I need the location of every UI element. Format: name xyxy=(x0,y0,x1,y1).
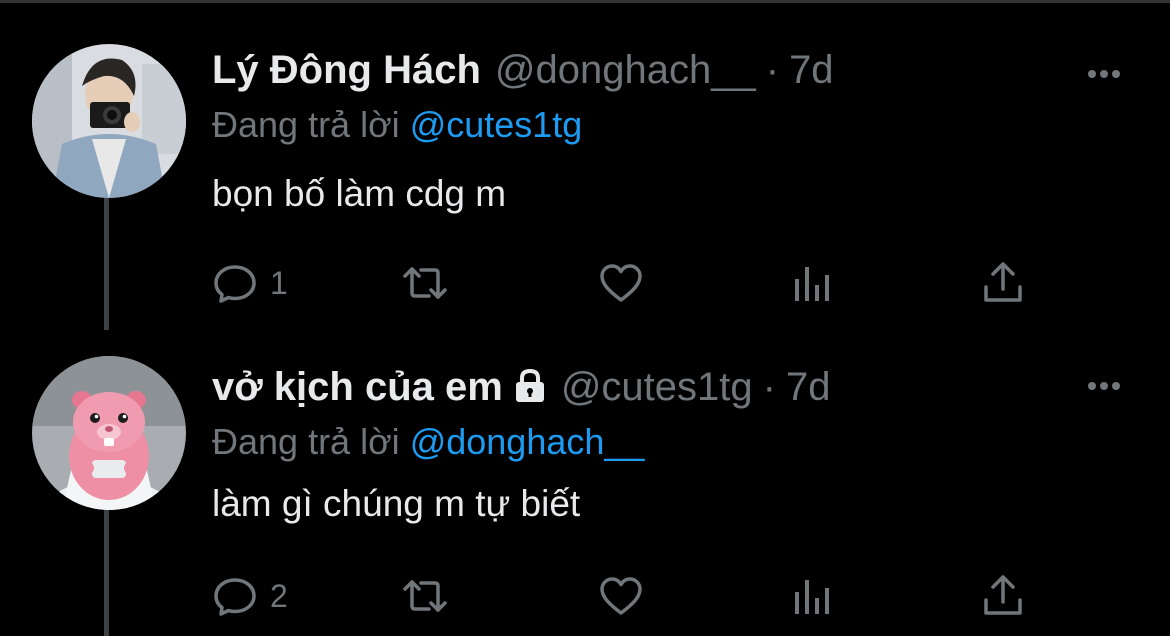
avatar[interactable] xyxy=(32,356,186,510)
retweet-icon xyxy=(403,267,447,299)
tweet-header: vở kịch của em @cutes1tg · 7d xyxy=(212,363,830,411)
heart-icon xyxy=(600,577,642,615)
thread-connector-line xyxy=(104,508,109,636)
reply-icon xyxy=(214,578,256,616)
analytics-icon xyxy=(795,580,829,614)
avatar[interactable] xyxy=(32,44,186,198)
like-button[interactable] xyxy=(598,261,644,305)
separator-dot: · xyxy=(762,365,776,409)
retweet-icon xyxy=(403,580,447,612)
reply-button[interactable]: 1 xyxy=(212,261,288,305)
like-button[interactable] xyxy=(598,574,644,618)
tweet-timestamp[interactable]: 7d xyxy=(786,363,831,411)
tweet-text: bọn bố làm cdg m xyxy=(212,173,507,214)
tweet-timestamp[interactable]: 7d xyxy=(789,46,834,94)
thread-connector-line xyxy=(104,198,109,330)
tweet-actions: 1 xyxy=(212,261,1062,305)
heart-icon xyxy=(600,264,642,302)
share-icon xyxy=(984,262,1022,302)
analytics-button[interactable] xyxy=(790,261,836,305)
author-handle[interactable]: @donghach__ xyxy=(495,46,756,94)
replying-prefix: Đang trả lời xyxy=(212,104,400,145)
mention-link[interactable]: @cutes1tg xyxy=(410,104,583,145)
replying-to: Đang trả lời @donghach__ xyxy=(212,420,644,464)
tweet-actions: 2 xyxy=(212,574,1062,618)
reply-count: 2 xyxy=(270,577,288,614)
tweet-text: làm gì chúng m tự biết xyxy=(212,483,581,524)
share-button[interactable] xyxy=(980,574,1026,618)
reply-button[interactable]: 2 xyxy=(212,574,288,618)
share-icon xyxy=(984,575,1022,615)
more-icon[interactable] xyxy=(1088,65,1128,78)
reply-icon xyxy=(214,265,256,303)
author-handle[interactable]: @cutes1tg xyxy=(561,363,753,411)
retweet-button[interactable] xyxy=(402,574,448,618)
tweet[interactable]: Lý Đông Hách @donghach__ · 7d Đang trả l… xyxy=(0,0,1170,330)
tweet[interactable]: vở kịch của em @cutes1tg · 7d Đang trả l… xyxy=(0,330,1170,636)
author-name[interactable]: vở kịch của em xyxy=(212,363,503,411)
replying-prefix: Đang trả lời xyxy=(212,421,400,462)
retweet-button[interactable] xyxy=(402,261,448,305)
replying-to: Đang trả lời @cutes1tg xyxy=(212,103,582,147)
separator-dot: · xyxy=(765,48,780,92)
mention-link[interactable]: @donghach__ xyxy=(410,421,645,462)
analytics-icon xyxy=(795,267,829,301)
analytics-button[interactable] xyxy=(790,574,836,618)
author-name[interactable]: Lý Đông Hách xyxy=(212,46,481,94)
more-icon[interactable] xyxy=(1088,377,1128,390)
share-button[interactable] xyxy=(980,261,1026,305)
lock-icon xyxy=(515,368,544,402)
tweet-header: Lý Đông Hách @donghach__ · 7d xyxy=(212,46,834,94)
reply-count: 1 xyxy=(270,264,288,301)
